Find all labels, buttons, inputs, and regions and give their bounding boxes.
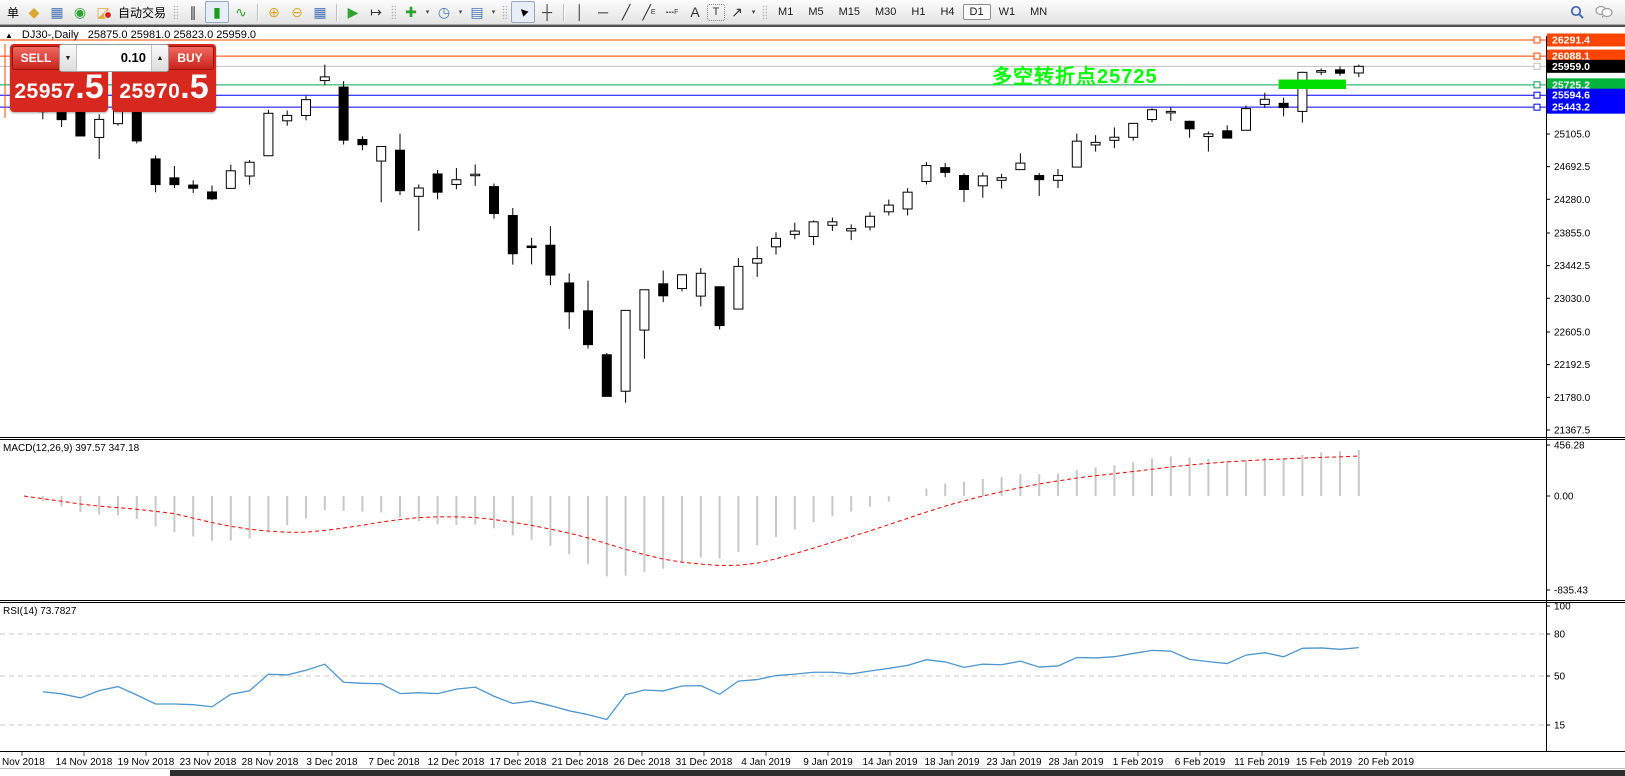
- sell-price: 25957.5: [10, 76, 108, 104]
- svg-text:26 Dec 2018: 26 Dec 2018: [614, 757, 671, 768]
- sell-price-main: 25957: [14, 80, 75, 103]
- svg-text:22605.0: 22605.0: [1554, 327, 1591, 338]
- svg-text:15: 15: [1554, 721, 1566, 732]
- svg-text:4 Jan 2019: 4 Jan 2019: [741, 757, 791, 768]
- svg-text:20 Feb 2019: 20 Feb 2019: [1358, 757, 1415, 768]
- svg-text:22192.5: 22192.5: [1554, 360, 1591, 371]
- svg-text:21780.0: 21780.0: [1554, 393, 1591, 404]
- svg-text:14 Nov 2018: 14 Nov 2018: [56, 757, 113, 768]
- svg-text:25105.0: 25105.0: [1554, 129, 1591, 140]
- svg-text:3 Dec 2018: 3 Dec 2018: [306, 757, 358, 768]
- svg-text:28 Nov 2018: 28 Nov 2018: [242, 757, 299, 768]
- svg-text:21367.5: 21367.5: [1554, 425, 1591, 436]
- price-up-icon: ▲: [5, 31, 13, 40]
- buy-price-main: 25970: [119, 80, 180, 103]
- svg-text:12 Dec 2018: 12 Dec 2018: [428, 757, 485, 768]
- svg-text:100: 100: [1554, 602, 1571, 613]
- svg-text:21 Dec 2018: 21 Dec 2018: [552, 757, 609, 768]
- rsi-label: RSI(14) 73.7827: [3, 606, 76, 617]
- svg-text:23 Jan 2019: 23 Jan 2019: [986, 757, 1041, 768]
- svg-text:28 Jan 2019: 28 Jan 2019: [1048, 757, 1103, 768]
- svg-text:18 Jan 2019: 18 Jan 2019: [924, 757, 979, 768]
- chart-ohlc-header: ▲ DJ30-,Daily 25875.0 25981.0 25823.0 25…: [5, 29, 256, 41]
- svg-text:23 Nov 2018: 23 Nov 2018: [180, 757, 237, 768]
- svg-text:-835.43: -835.43: [1554, 586, 1588, 597]
- svg-text:26291.4: 26291.4: [1552, 35, 1590, 47]
- svg-text:50: 50: [1554, 672, 1566, 683]
- buy-price: 25970.5: [112, 76, 216, 104]
- svg-text:456.28: 456.28: [1554, 441, 1585, 452]
- sell-button[interactable]: SELL: [12, 46, 60, 70]
- volume-increase-button[interactable]: ▲: [151, 45, 168, 71]
- svg-text:9 Jan 2019: 9 Jan 2019: [803, 757, 853, 768]
- volume-decrease-button[interactable]: ▼: [60, 45, 77, 71]
- svg-text:19 Nov 2018: 19 Nov 2018: [118, 757, 175, 768]
- svg-text:25443.2: 25443.2: [1552, 102, 1590, 114]
- svg-text:Nov 2018: Nov 2018: [2, 757, 45, 768]
- svg-text:14 Jan 2019: 14 Jan 2019: [862, 757, 917, 768]
- svg-text:15 Feb 2019: 15 Feb 2019: [1296, 757, 1353, 768]
- svg-text:25594.6: 25594.6: [1552, 90, 1590, 102]
- one-click-trading-panel: 25957.5 25970.5 SELL BUY ▼ 0.10 ▲: [10, 44, 216, 112]
- volume-stepper: ▼ 0.10 ▲: [59, 44, 169, 72]
- macd-label: MACD(12,26,9) 397.57 347.18: [3, 443, 139, 454]
- volume-value[interactable]: 0.10: [77, 45, 151, 71]
- chart-canvas[interactable]: 25105.0 24692.5 24280.0 23855.0 23442.5 23030…: [0, 0, 1625, 776]
- mt4-window: { "toolbar": { "partial_left": "单", "aut…: [0, 0, 1625, 776]
- horizontal-scrollbar-thumb[interactable]: [170, 770, 1625, 776]
- ohlc-values: 25875.0 25981.0 25823.0 25959.0: [88, 29, 256, 41]
- symbol-period-label: DJ30-,Daily: [22, 29, 79, 41]
- sell-price-pip: .5: [75, 68, 103, 106]
- svg-text:7 Dec 2018: 7 Dec 2018: [368, 757, 420, 768]
- svg-text:11 Feb 2019: 11 Feb 2019: [1234, 757, 1290, 768]
- chart-annotation-text: 多空转折点25725: [992, 60, 1158, 89]
- svg-text:24280.0: 24280.0: [1554, 195, 1591, 206]
- svg-text:23855.0: 23855.0: [1554, 228, 1591, 239]
- svg-text:23442.5: 23442.5: [1554, 261, 1591, 272]
- svg-text:80: 80: [1554, 630, 1566, 641]
- buy-button[interactable]: BUY: [166, 46, 214, 70]
- svg-text:23030.0: 23030.0: [1554, 294, 1591, 305]
- svg-text:0.00: 0.00: [1554, 492, 1574, 503]
- svg-text:24692.5: 24692.5: [1554, 162, 1591, 173]
- svg-text:1 Feb 2019: 1 Feb 2019: [1113, 757, 1164, 768]
- svg-text:17 Dec 2018: 17 Dec 2018: [490, 757, 547, 768]
- svg-text:6 Feb 2019: 6 Feb 2019: [1175, 757, 1226, 768]
- svg-text:25959.0: 25959.0: [1552, 61, 1590, 73]
- buy-price-pip: .5: [180, 68, 208, 106]
- svg-text:31 Dec 2018: 31 Dec 2018: [676, 757, 733, 768]
